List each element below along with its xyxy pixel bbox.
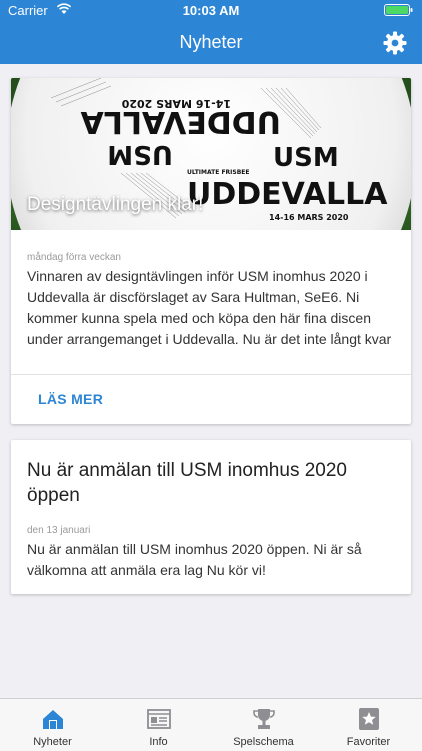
tab-spelschema[interactable]: Spelschema bbox=[211, 699, 316, 751]
news-text: Nu är anmälan till USM inomhus 2020 öppe… bbox=[27, 541, 362, 578]
star-icon bbox=[359, 708, 379, 730]
news-date: den 13 januari bbox=[27, 525, 91, 536]
battery-icon bbox=[384, 4, 414, 16]
news-image-title: Designtävlingen klar! bbox=[27, 194, 204, 215]
settings-gear-icon[interactable] bbox=[382, 30, 408, 56]
disc-city-text-2: UDDEVALLA bbox=[187, 177, 388, 212]
news-date: måndag förra veckan bbox=[27, 252, 121, 263]
top-bar: Carrier 10:03 AM Nyheter bbox=[0, 0, 422, 64]
trophy-icon bbox=[253, 709, 275, 729]
news-image: 14-16 MARS 2020 UDDEVALLA USM USM ULTIMA… bbox=[11, 78, 411, 230]
news-feed[interactable]: 14-16 MARS 2020 UDDEVALLA USM USM ULTIMA… bbox=[0, 64, 422, 698]
tab-label: Spelschema bbox=[233, 736, 294, 748]
disc-city-text: UDDEVALLA bbox=[80, 104, 281, 139]
disc-usm-text-2: USM bbox=[273, 143, 339, 173]
tab-label: Favoriter bbox=[346, 736, 391, 748]
tab-nyheter[interactable]: Nyheter bbox=[0, 699, 105, 751]
news-text: Vinnaren av designtävlingen inför USM in… bbox=[27, 268, 392, 347]
tab-label: Nyheter bbox=[33, 736, 72, 748]
status-bar: Carrier 10:03 AM bbox=[0, 0, 422, 22]
status-time: 10:03 AM bbox=[182, 3, 240, 18]
disc-subtitle-text: ULTIMATE FRISBEE bbox=[187, 169, 250, 176]
navigation-bar: Nyheter bbox=[0, 22, 422, 64]
home-icon bbox=[43, 710, 63, 729]
info-icon bbox=[147, 709, 171, 729]
page-title: Nyheter bbox=[179, 32, 243, 52]
news-card[interactable]: Nu är anmälan till USM inomhus 2020 öppe… bbox=[11, 440, 411, 594]
tab-label: Info bbox=[149, 736, 168, 748]
tab-favoriter[interactable]: Favoriter bbox=[316, 699, 421, 751]
disc-usm-text: USM bbox=[107, 139, 173, 169]
card-divider bbox=[11, 374, 411, 375]
news-card[interactable]: 14-16 MARS 2020 UDDEVALLA USM USM ULTIMA… bbox=[11, 78, 411, 424]
tab-bar: Nyheter Info Spelschema Favoriter bbox=[0, 698, 422, 751]
read-more-button[interactable]: LÄS MER bbox=[38, 391, 103, 407]
tab-info[interactable]: Info bbox=[106, 699, 211, 751]
disc-dates-text-2: 14-16 MARS 2020 bbox=[269, 213, 349, 222]
news-title: Nu är anmälan till USM inomhus 2020 öppe… bbox=[27, 460, 347, 506]
